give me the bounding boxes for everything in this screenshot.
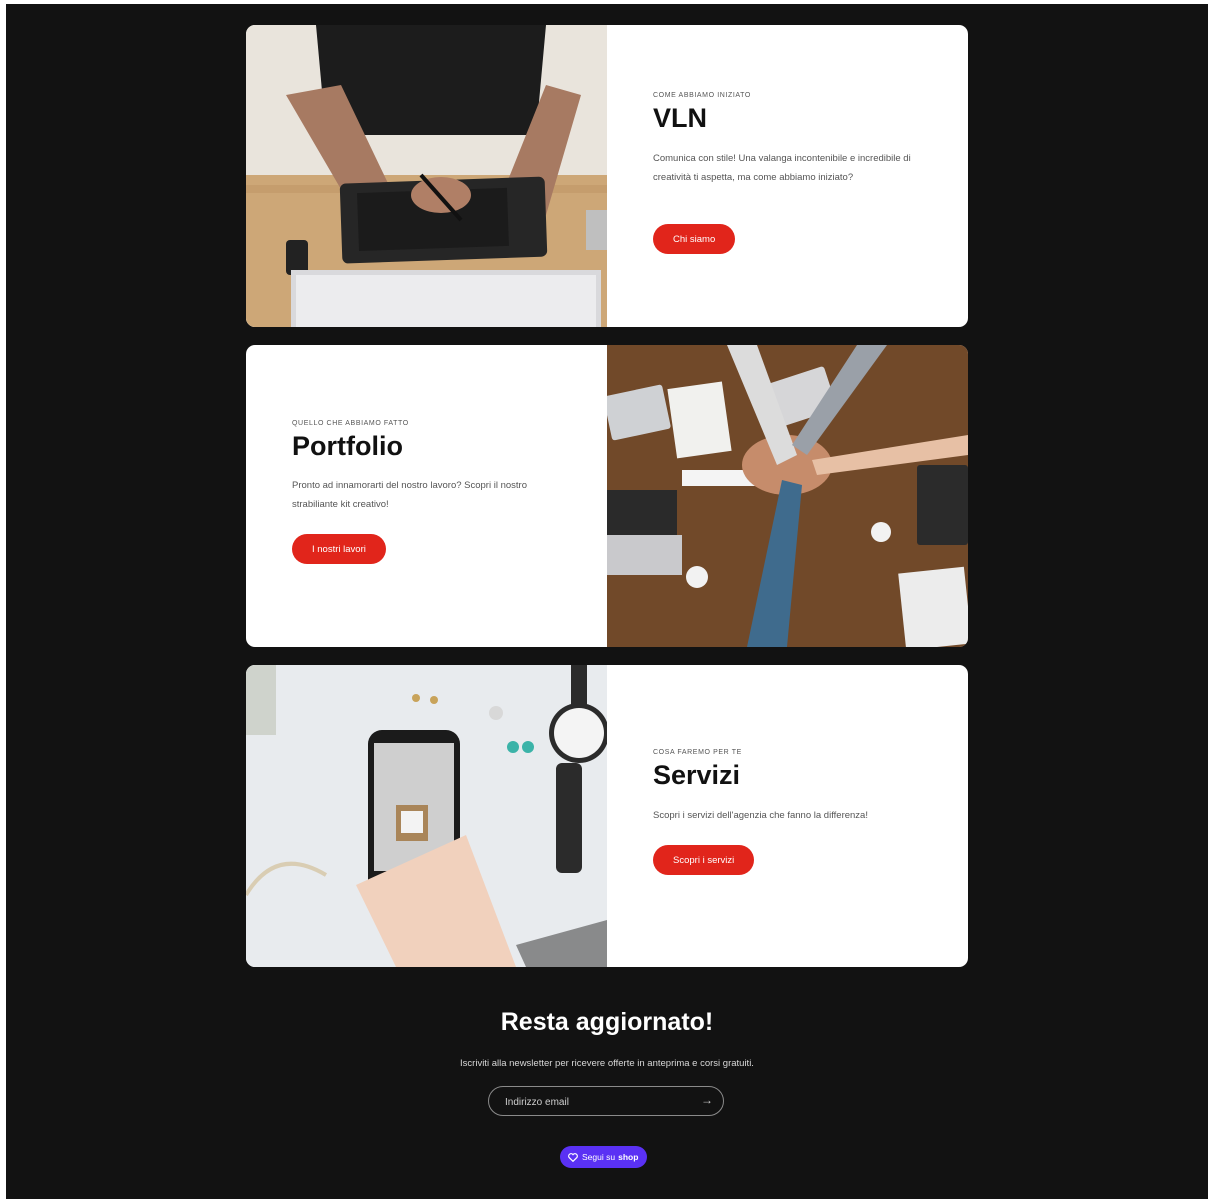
card-title: Portfolio — [292, 431, 403, 461]
card-about: COME ABBIAMO INIZIATO VLN Comunica con s… — [246, 25, 968, 327]
card-description: Scopri i servizi dell'agenzia che fanno … — [653, 810, 868, 821]
page: COME ABBIAMO INIZIATO VLN Comunica con s… — [6, 4, 1208, 1199]
card-description: Pronto ad innamorarti del nostro lavoro?… — [292, 480, 527, 510]
card-title: VLN — [653, 103, 707, 133]
email-input[interactable] — [503, 1087, 687, 1117]
card-about-text: COME ABBIAMO INIZIATO VLN Comunica con s… — [607, 25, 968, 327]
arrow-right-icon[interactable]: → — [701, 1093, 713, 1107]
card-eyebrow: QUELLO CHE ABBIAMO FATTO — [292, 420, 409, 427]
card-eyebrow: COME ABBIAMO INIZIATO — [653, 92, 751, 99]
phone-scan-image — [246, 665, 607, 967]
heart-icon — [568, 1152, 578, 1162]
designer-tablet-image — [246, 25, 607, 327]
card-portfolio: QUELLO CHE ABBIAMO FATTO Portfolio Pront… — [246, 345, 968, 647]
newsletter-title: Resta aggiornato! — [500, 1008, 714, 1036]
services-button[interactable]: Scopri i servizi — [653, 845, 755, 875]
portfolio-button[interactable]: I nostri lavori — [292, 534, 386, 564]
newsletter-subtitle: Iscriviti alla newsletter per ricevere o… — [460, 1058, 754, 1069]
newsletter-form: → — [488, 1086, 724, 1117]
card-services: COSA FAREMO PER TE Servizi Scopri i serv… — [246, 665, 968, 967]
shop-button-label: Segui su — [582, 1152, 616, 1162]
card-eyebrow: COSA FAREMO PER TE — [653, 749, 742, 756]
shop-brand: shop — [618, 1152, 639, 1162]
team-hands-image — [607, 345, 968, 647]
card-description: Comunica con stile! Una valanga inconten… — [653, 153, 911, 183]
about-button[interactable]: Chi siamo — [653, 224, 736, 254]
card-portfolio-text: QUELLO CHE ABBIAMO FATTO Portfolio Pront… — [246, 345, 607, 647]
card-services-text: COSA FAREMO PER TE Servizi Scopri i serv… — [607, 665, 968, 967]
follow-shop-button[interactable]: Segui su shop — [560, 1146, 648, 1168]
card-title: Servizi — [653, 760, 741, 790]
